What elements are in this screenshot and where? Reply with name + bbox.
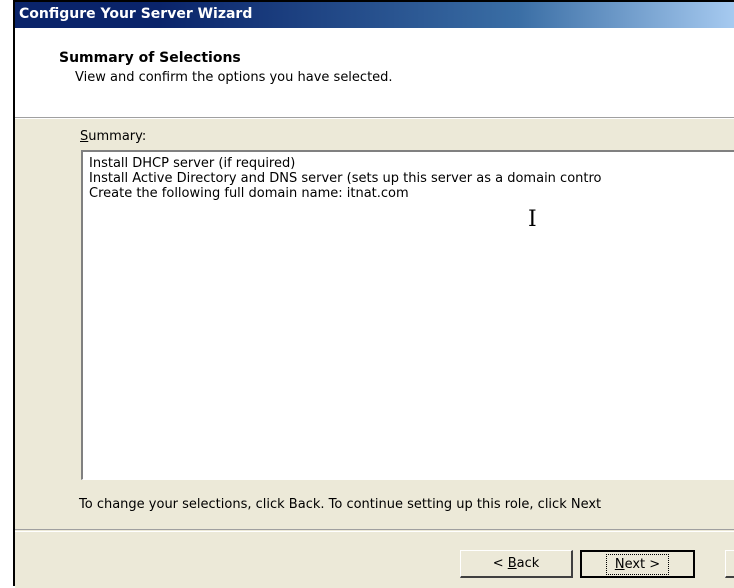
next-button-label: Next > [605,553,670,575]
summary-label-text: ummary: [88,129,147,144]
summary-textbox[interactable]: Install DHCP server (if required) Instal… [81,150,734,480]
back-button-label: < Back [487,556,546,571]
wizard-window: Configure Your Server Wizard Summary of … [13,0,734,588]
summary-line: Create the following full domain name: i… [89,186,409,201]
summary-lines: Install DHCP server (if required) Instal… [89,156,602,201]
cancel-button-partial[interactable] [725,550,734,578]
button-divider [15,529,734,532]
title-bar[interactable]: Configure Your Server Wizard [15,2,734,28]
back-button[interactable]: < Back [460,550,573,578]
back-prefix: < [492,556,508,571]
page-subtitle: View and confirm the options you have se… [75,70,393,85]
summary-label: Summary: [80,129,146,144]
summary-line: Install DHCP server (if required) [89,156,296,171]
wizard-header: Summary of Selections View and confirm t… [15,28,734,118]
text-cursor-icon: I [528,207,537,232]
back-accesskey: B [507,556,517,571]
instructions-text: To change your selections, click Back. T… [79,497,602,512]
next-text: ext > [624,556,661,572]
back-text: ack [516,556,540,571]
window-title: Configure Your Server Wizard [19,6,253,22]
next-accesskey: N [614,556,625,572]
page-title: Summary of Selections [59,50,241,66]
wizard-body: Summary: Install DHCP server (if require… [15,119,734,588]
summary-line: Install Active Directory and DNS server … [89,171,602,186]
next-button[interactable]: Next > [580,550,695,578]
